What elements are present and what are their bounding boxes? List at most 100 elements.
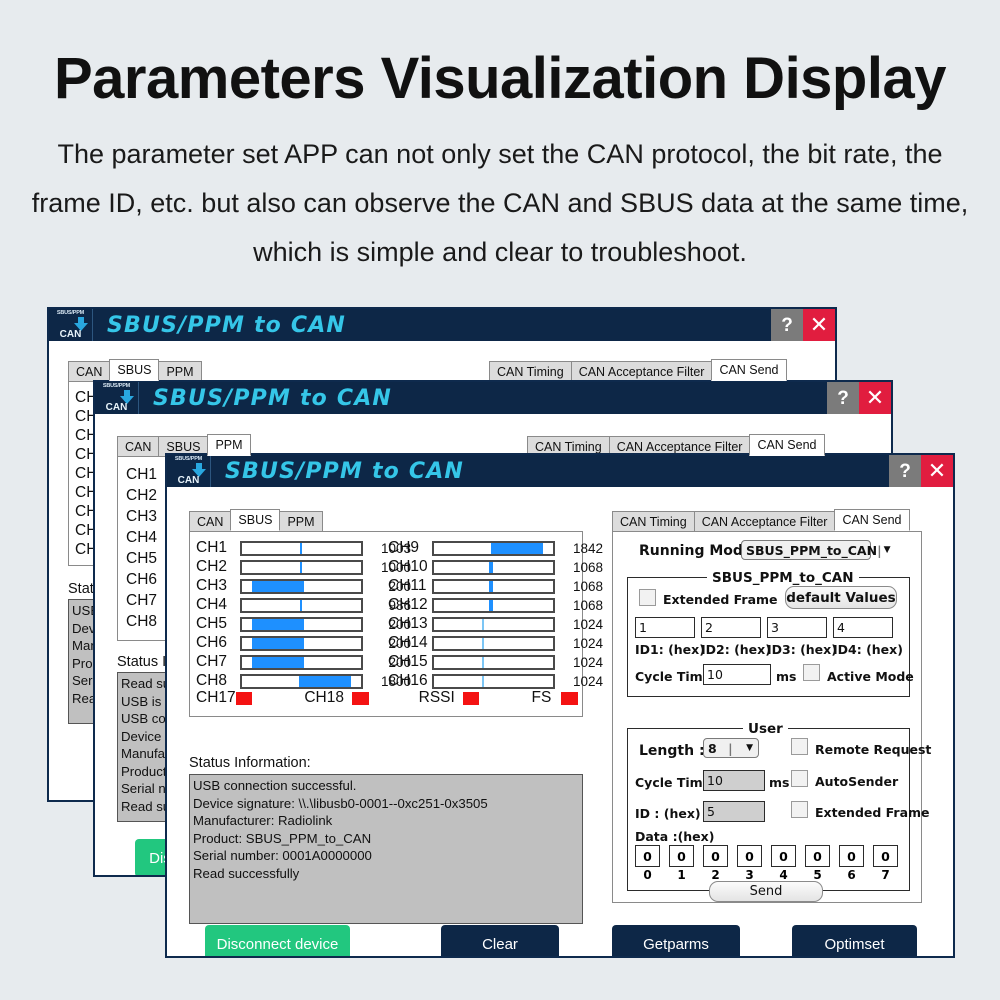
flag-indicator-rssi xyxy=(462,691,480,705)
user-extended-frame-checkbox[interactable] xyxy=(791,801,808,818)
getparms-button[interactable]: Getparms xyxy=(612,925,740,956)
tab-can-timing[interactable]: CAN Timing xyxy=(612,511,695,531)
tab-can[interactable]: CAN xyxy=(117,436,160,456)
tab-sbus[interactable]: SBUS xyxy=(109,359,160,381)
optimset-button[interactable]: Optimset xyxy=(792,925,917,956)
id1-input[interactable]: 1 xyxy=(635,617,695,638)
tab-can-send[interactable]: CAN Send xyxy=(749,434,825,456)
close-button[interactable]: ✕ xyxy=(859,382,891,414)
active-mode-checkbox[interactable] xyxy=(803,664,820,681)
channel-label: CH7 xyxy=(196,653,228,670)
active-mode-label: Active Mode xyxy=(827,669,914,684)
close-button[interactable]: ✕ xyxy=(921,455,953,487)
channel-row: CH13 1024 xyxy=(388,614,603,634)
data-byte-input-5[interactable]: 0 xyxy=(805,845,830,867)
channel-row: CH11 1068 xyxy=(388,576,603,596)
channel-bar xyxy=(432,578,555,594)
app-icon-top-label: SBUS/PPM xyxy=(102,383,131,389)
data-byte-input-4[interactable]: 0 xyxy=(771,845,796,867)
extended-frame-checkbox[interactable] xyxy=(639,589,656,606)
help-button[interactable]: ? xyxy=(889,455,921,487)
status-line: Serial number: 0001A0000000 xyxy=(193,848,372,863)
status-label-front: Status Information: xyxy=(189,755,311,771)
length-select[interactable]: 8 | ▼ xyxy=(703,738,759,758)
remote-request-checkbox[interactable] xyxy=(791,738,808,755)
help-button[interactable]: ? xyxy=(771,309,803,341)
flag-indicator-ch17 xyxy=(235,691,253,705)
tab-can-timing[interactable]: CAN Timing xyxy=(489,361,572,381)
data-byte-input-3[interactable]: 0 xyxy=(737,845,762,867)
app-icon-bottom-label: CAN xyxy=(59,329,82,340)
cycle-time-input[interactable]: 10 xyxy=(703,664,771,685)
data-byte-index-5: 5 xyxy=(813,868,822,882)
flag-indicator-fs xyxy=(561,691,578,705)
id3-input[interactable]: 3 xyxy=(767,617,827,638)
autosender-checkbox[interactable] xyxy=(791,770,808,787)
channel-value: 1842 xyxy=(572,540,603,556)
user-id-input[interactable]: 5 xyxy=(703,801,765,822)
tab-ppm[interactable]: PPM xyxy=(207,434,251,456)
channel-label: CH12 xyxy=(388,596,428,613)
ppm-channel-label: CH3 xyxy=(126,508,158,525)
id4-input[interactable]: 4 xyxy=(833,617,893,638)
data-byte-input-2[interactable]: 0 xyxy=(703,845,728,867)
tab-ppm[interactable]: PPM xyxy=(158,361,202,381)
tab-can-send[interactable]: CAN Send xyxy=(711,359,787,381)
window-title: SBUS/PPM to CAN xyxy=(153,385,393,411)
left-tabs-front: CAN SBUS PPM xyxy=(189,509,323,531)
status-line: Manufacturer: Radiolink xyxy=(193,813,333,828)
combo-separator: | xyxy=(728,740,733,756)
user-cycle-time-unit: ms xyxy=(769,775,790,790)
window-title: SBUS/PPM to CAN xyxy=(225,458,465,484)
clear-button[interactable]: Clear xyxy=(441,925,559,956)
data-byte-input-0[interactable]: 0 xyxy=(635,845,660,867)
right-tabs-back: CAN Timing CAN Acceptance Filter CAN Sen… xyxy=(489,359,787,381)
channel-row: CH7 200 xyxy=(196,652,411,672)
channel-bar xyxy=(432,597,555,613)
channel-value: 1068 xyxy=(572,597,603,613)
id2-input[interactable]: 2 xyxy=(701,617,761,638)
id2-label: ID2: (hex) xyxy=(701,642,771,657)
tab-sbus[interactable]: SBUS xyxy=(230,509,281,531)
channel-bar xyxy=(240,654,363,670)
cycle-time-unit: ms xyxy=(776,669,797,684)
app-icon-bottom-label: CAN xyxy=(177,475,200,486)
running-mode-select[interactable]: SBUS_PPM_to_CAN | ▼ xyxy=(741,540,891,560)
user-cycle-time-input[interactable]: 10 xyxy=(703,770,765,791)
channel-bar xyxy=(240,616,363,632)
tab-ppm[interactable]: PPM xyxy=(279,511,323,531)
data-byte-index-6: 6 xyxy=(847,868,856,882)
tab-can-acceptance-filter[interactable]: CAN Acceptance Filter xyxy=(570,361,713,381)
help-button[interactable]: ? xyxy=(827,382,859,414)
combo-separator: | xyxy=(877,542,882,558)
channel-row: CH15 1024 xyxy=(388,652,603,672)
user-extended-frame-label: Extended Frame xyxy=(815,805,930,820)
data-byte-input-6[interactable]: 0 xyxy=(839,845,864,867)
app-icon: SBUS/PPM CAN xyxy=(95,382,139,414)
channel-bar xyxy=(240,673,363,689)
tab-can-acceptance-filter[interactable]: CAN Acceptance Filter xyxy=(693,511,836,531)
default-values-button[interactable]: default Values xyxy=(785,586,897,609)
channel-bar xyxy=(432,616,555,632)
id4-label: ID4: (hex) xyxy=(833,642,903,657)
remote-request-label: Remote Request xyxy=(815,742,932,757)
tab-can[interactable]: CAN xyxy=(189,511,232,531)
window-title: SBUS/PPM to CAN xyxy=(107,312,347,338)
tab-can-send[interactable]: CAN Send xyxy=(834,509,910,531)
tab-can[interactable]: CAN xyxy=(68,361,111,381)
data-byte-input-1[interactable]: 0 xyxy=(669,845,694,867)
close-button[interactable]: ✕ xyxy=(803,309,835,341)
user-id-label: ID : (hex) xyxy=(635,806,701,821)
chevron-down-icon: ▼ xyxy=(883,545,891,555)
data-byte-input-7[interactable]: 0 xyxy=(873,845,898,867)
window-front[interactable]: SBUS/PPM CAN SBUS/PPM to CAN ? ✕ CAN SBU… xyxy=(165,453,955,958)
channel-row: CH2 1000 xyxy=(196,557,411,577)
flag-label-ch18: CH18 xyxy=(304,689,344,706)
ppm-channel-label: CH2 xyxy=(126,487,158,504)
status-box-front[interactable]: USB connection successful. Device signatu… xyxy=(189,774,583,924)
disconnect-device-button[interactable]: Disconnect device xyxy=(205,925,350,956)
data-byte-index-0: 0 xyxy=(643,868,652,882)
channel-row: CH4 986 xyxy=(196,595,411,615)
page-title: Parameters Visualization Display xyxy=(53,46,947,111)
send-button[interactable]: Send xyxy=(709,881,823,902)
